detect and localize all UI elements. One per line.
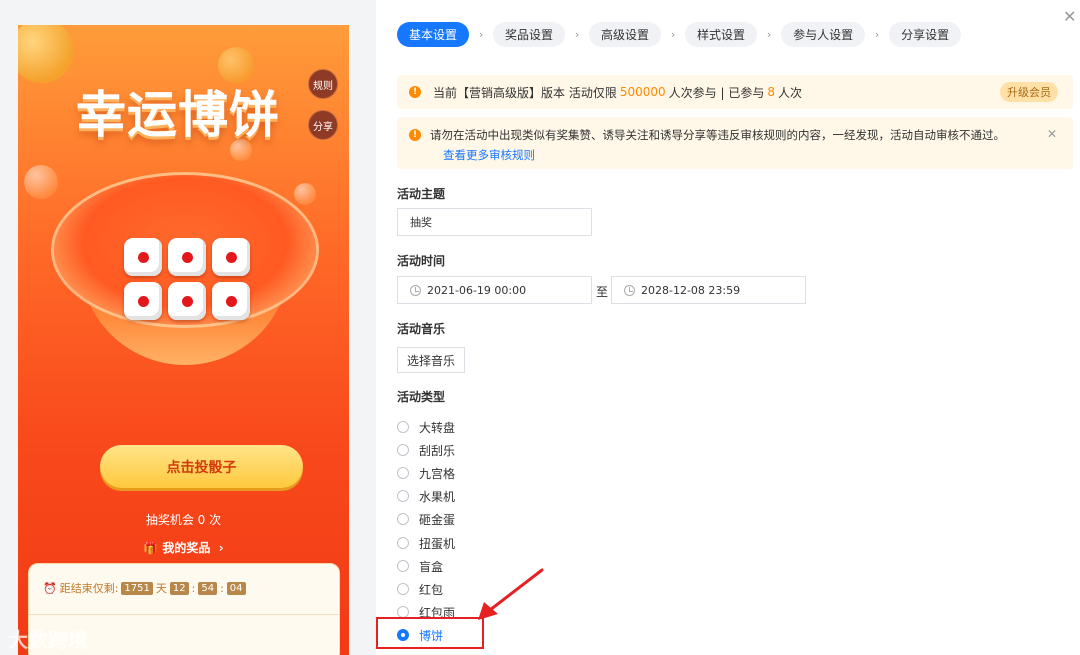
- countdown-seconds: 04: [226, 581, 246, 595]
- time-label: 活动时间: [397, 254, 446, 268]
- clock-icon: [410, 284, 421, 296]
- version-notice: ! 当前【营销高级版】版本 活动仅限 500000 人次参与 | 已参与 8 人…: [397, 75, 1073, 109]
- radio-label: 盲盒: [419, 559, 444, 574]
- radio-circle: [397, 467, 409, 479]
- notice-text-a: 当前【营销高级版】版本 活动仅限: [433, 85, 617, 100]
- countdown-hours: 12: [169, 581, 189, 595]
- countdown-day-unit: 天: [155, 582, 167, 595]
- radio-circle: [397, 560, 409, 572]
- chevron-right-icon: ›: [766, 28, 772, 41]
- end-time-input[interactable]: 2028-12-08 23:59: [611, 276, 806, 304]
- to-label: 至: [596, 285, 609, 299]
- warning-icon: !: [409, 129, 421, 141]
- radio-label: 红包: [419, 582, 444, 597]
- radio-circle: [397, 421, 409, 433]
- die: [212, 282, 250, 320]
- bubble-decoration: [24, 165, 58, 199]
- review-notice: ! 请勿在活动中出现类似有奖集赞、诱导关注和诱导分享等违反审核规则的内容，一经发…: [397, 117, 1073, 169]
- chevron-right-icon: ›: [574, 28, 580, 41]
- die: [212, 238, 250, 276]
- radio-label: 砸金蛋: [419, 512, 456, 527]
- countdown-prefix: 距结束仅剩:: [59, 582, 119, 595]
- tab-basic-settings[interactable]: 基本设置: [397, 22, 470, 47]
- music-label: 活动音乐: [397, 322, 446, 336]
- radio-label: 九宫格: [419, 466, 456, 481]
- watermark-text: 大数跨境: [8, 628, 88, 652]
- countdown: ⏰ 距结束仅剩: 1751 天 12 : 54 : 04: [43, 580, 246, 596]
- radio-type-fruit-machine[interactable]: 水果机: [397, 487, 455, 505]
- radio-circle: [397, 513, 409, 525]
- radio-label: 扭蛋机: [419, 536, 456, 551]
- radio-label: 大转盘: [419, 420, 456, 435]
- countdown-minutes: 54: [198, 581, 218, 595]
- notice-text-c: 人次: [777, 85, 802, 100]
- share-button[interactable]: 分享: [308, 110, 338, 140]
- phone-preview: 幸运博饼 规则 分享 点击投骰子 抽奖机会 0 次 🎁 我的奖品 › ⏰ 距结束…: [18, 25, 349, 655]
- rules-button[interactable]: 规则: [308, 69, 338, 99]
- countdown-days: 1751: [121, 581, 153, 595]
- radio-type-golden-egg[interactable]: 砸金蛋: [397, 510, 455, 528]
- radio-type-nine-grid[interactable]: 九宫格: [397, 464, 455, 482]
- type-label: 活动类型: [397, 390, 446, 404]
- die: [124, 282, 162, 320]
- roll-dice-button[interactable]: 点击投骰子: [100, 445, 303, 488]
- game-title: 幸运博饼: [76, 86, 280, 144]
- tab-share-settings[interactable]: 分享设置: [889, 22, 962, 47]
- chevron-right-icon: ›: [874, 28, 880, 41]
- arrow-annotation: [478, 568, 544, 620]
- radio-circle: [397, 537, 409, 549]
- participant-limit: 500000: [619, 85, 666, 99]
- chevron-right-icon: ›: [670, 28, 676, 41]
- chances-text: 抽奖机会 0 次: [145, 513, 222, 527]
- my-prizes-label: 我的奖品: [162, 541, 211, 555]
- review-rules-link[interactable]: 查看更多审核规则: [443, 147, 535, 163]
- alarm-icon: ⏰: [43, 581, 57, 595]
- select-music-button[interactable]: 选择音乐: [397, 347, 466, 373]
- close-icon[interactable]: ✕: [1047, 127, 1057, 141]
- radio-type-scratch[interactable]: 刮刮乐: [397, 441, 455, 459]
- divider: [29, 614, 339, 615]
- radio-circle: [397, 490, 409, 502]
- radio-label: 水果机: [419, 489, 456, 504]
- theme-input[interactable]: 抽奖: [397, 208, 592, 236]
- review-text: 请勿在活动中出现类似有奖集赞、诱导关注和诱导分享等违反审核规则的内容，一经发现，…: [430, 128, 1005, 142]
- coin-decoration: [18, 25, 74, 83]
- die: [168, 238, 206, 276]
- notice-text-b: 人次参与 | 已参与: [668, 85, 765, 100]
- tab-participant-settings[interactable]: 参与人设置: [781, 22, 866, 47]
- start-time-value: 2021-06-19 00:00: [427, 283, 527, 297]
- radio-type-gashapon[interactable]: 扭蛋机: [397, 534, 455, 552]
- radio-type-wheel[interactable]: 大转盘: [397, 418, 455, 436]
- die: [168, 282, 206, 320]
- joined-count: 8: [767, 85, 775, 99]
- close-icon[interactable]: ✕: [1063, 7, 1076, 26]
- highlight-box: [376, 617, 484, 649]
- start-time-input[interactable]: 2021-06-19 00:00: [397, 276, 592, 304]
- radio-type-red-packet[interactable]: 红包: [397, 580, 443, 598]
- die: [124, 238, 162, 276]
- dice-group: [124, 238, 250, 320]
- watermark: 大数跨境: [8, 624, 88, 653]
- theme-value: 抽奖: [410, 216, 432, 229]
- radio-type-blind-box[interactable]: 盲盒: [397, 557, 443, 575]
- tab-prize-settings[interactable]: 奖品设置: [493, 22, 566, 47]
- tab-advanced-settings[interactable]: 高级设置: [589, 22, 662, 47]
- theme-label: 活动主题: [397, 187, 446, 201]
- end-time-value: 2028-12-08 23:59: [641, 283, 741, 297]
- chevron-right-icon: ›: [214, 541, 224, 555]
- warning-icon: !: [409, 86, 421, 98]
- gift-icon: 🎁: [143, 541, 159, 555]
- my-prizes-link[interactable]: 🎁 我的奖品 ›: [18, 539, 349, 556]
- radio-circle: [397, 444, 409, 456]
- clock-icon: [624, 284, 635, 296]
- radio-circle: [397, 583, 409, 595]
- tab-style-settings[interactable]: 样式设置: [685, 22, 758, 47]
- chevron-right-icon: ›: [478, 28, 484, 41]
- radio-label: 刮刮乐: [419, 443, 456, 458]
- upgrade-button[interactable]: 升级会员: [1000, 82, 1058, 102]
- step-tabs: 基本设置 › 奖品设置 › 高级设置 › 样式设置 › 参与人设置 › 分享设置: [397, 22, 962, 47]
